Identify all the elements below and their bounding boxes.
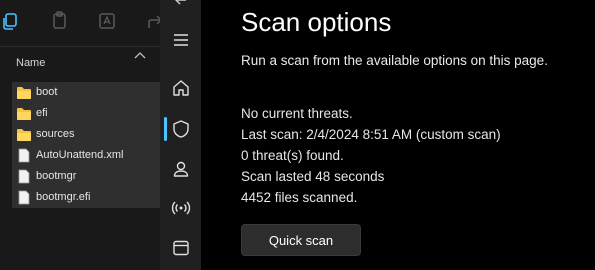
- list-item[interactable]: AutoUnattend.xml: [12, 145, 160, 166]
- files-scanned-text: 4452 files scanned.: [241, 190, 358, 205]
- folder-icon: [17, 129, 31, 141]
- page-description: Run a scan from the available options on…: [241, 53, 548, 68]
- document-icon: [18, 148, 30, 163]
- wireless-icon[interactable]: [171, 198, 191, 218]
- file-explorer-pane: Name boot efi sources AutoUnattend.xml b…: [0, 0, 160, 270]
- page-title: Scan options: [241, 7, 392, 37]
- home-icon[interactable]: [171, 78, 191, 98]
- scan-duration-text: Scan lasted 48 seconds: [241, 169, 385, 184]
- file-name: bootmgr.efi: [36, 191, 91, 203]
- threats-found-text: 0 threat(s) found.: [241, 148, 344, 163]
- threat-status-text: No current threats.: [241, 106, 353, 121]
- file-name: bootmgr: [36, 170, 77, 182]
- shield-icon[interactable]: [171, 119, 191, 139]
- list-item[interactable]: sources: [12, 124, 160, 145]
- paste-icon[interactable]: [49, 10, 71, 32]
- document-icon: [18, 169, 30, 184]
- file-name: efi: [36, 107, 48, 119]
- copy-path-icon[interactable]: [0, 10, 22, 32]
- quick-scan-button[interactable]: Quick scan: [241, 224, 361, 256]
- folder-icon: [17, 87, 31, 99]
- app-browser-icon[interactable]: [171, 238, 191, 258]
- name-column-header[interactable]: Name: [16, 57, 45, 69]
- account-icon[interactable]: [171, 159, 191, 179]
- scan-options-page: Scan options Run a scan from the availab…: [201, 0, 595, 270]
- file-name: AutoUnattend.xml: [36, 149, 124, 161]
- list-item[interactable]: efi: [12, 103, 160, 124]
- file-list: boot efi sources AutoUnattend.xml bootmg…: [12, 82, 160, 208]
- chevron-up-icon[interactable]: [134, 51, 146, 59]
- file-name: boot: [36, 86, 58, 98]
- list-item[interactable]: bootmgr.efi: [12, 187, 160, 208]
- last-scan-text: Last scan: 2/4/2024 8:51 AM (custom scan…: [241, 127, 501, 142]
- document-icon: [18, 190, 30, 205]
- rename-icon[interactable]: [96, 10, 118, 32]
- list-item[interactable]: boot: [12, 82, 160, 103]
- navigation-rail: [160, 0, 201, 270]
- active-indicator: [164, 117, 167, 141]
- menu-icon[interactable]: [171, 30, 191, 50]
- file-name: sources: [36, 128, 75, 140]
- folder-icon: [17, 108, 31, 120]
- back-arrow-icon[interactable]: [171, 0, 191, 10]
- share-icon[interactable]: [145, 10, 160, 32]
- column-header-row: Name: [0, 46, 160, 81]
- list-item[interactable]: bootmgr: [12, 166, 160, 187]
- scan-status: No current threats. Last scan: 2/4/2024 …: [241, 103, 501, 208]
